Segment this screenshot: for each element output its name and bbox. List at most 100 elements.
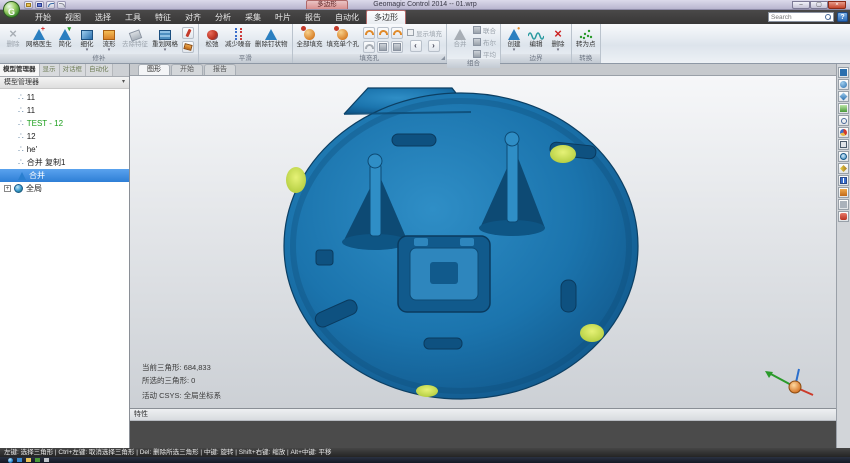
refine-dropdown-arrow[interactable]: ▾: [86, 48, 89, 52]
boundary-edit-button[interactable]: 编辑: [525, 25, 547, 54]
viewport-tab-graphics[interactable]: 图形: [138, 64, 170, 75]
next-hole-button[interactable]: ›: [428, 40, 440, 52]
fill-tangent-button[interactable]: [377, 27, 389, 39]
average-button[interactable]: 平均: [473, 49, 496, 59]
viewport-tab-report[interactable]: 报告: [204, 64, 236, 75]
ribbon-tab-blade[interactable]: 叶片: [268, 11, 298, 24]
taskbar-app-icon-4[interactable]: [44, 458, 49, 462]
expand-icon[interactable]: +: [4, 185, 11, 192]
fill-flat-button[interactable]: [391, 27, 403, 39]
previous-hole-button[interactable]: ‹: [410, 40, 422, 52]
fill-curvature-button[interactable]: [363, 27, 375, 39]
measure-button[interactable]: [838, 211, 849, 222]
graphics-viewport[interactable]: 当前三角形: 684,833 所选的三角形: 0 活动 CSYS: 全局坐标系: [130, 76, 836, 408]
refine-button[interactable]: 细化 ▾: [76, 25, 98, 54]
close-button[interactable]: ×: [828, 1, 846, 9]
help-button[interactable]: ?: [837, 12, 848, 22]
taskbar-app-icon-2[interactable]: [26, 458, 31, 462]
orientation-triad[interactable]: [765, 369, 813, 395]
pin-tool-button[interactable]: [182, 27, 194, 39]
fill-complete-button[interactable]: [363, 41, 375, 53]
ribbon-tab-view[interactable]: 视图: [58, 11, 88, 24]
boolean-button[interactable]: 布尔: [473, 37, 496, 47]
scanned-mesh-model[interactable]: [284, 88, 638, 399]
group-label-convert: 转换: [572, 54, 600, 63]
remove-spikes-button[interactable]: 删除钉状物: [253, 25, 290, 54]
tree-item-test-12[interactable]: ∴ TEST - 12: [0, 117, 129, 130]
window-view-button[interactable]: [838, 139, 849, 150]
ribbon-tab-polygons-active[interactable]: 多边形: [366, 10, 406, 24]
merge-button[interactable]: 合并: [449, 25, 471, 59]
ribbon-tab-analysis[interactable]: 分析: [208, 11, 238, 24]
ribbon-tab-capture[interactable]: 采集: [238, 11, 268, 24]
annotate-button[interactable]: [838, 163, 849, 174]
pie-stats-button[interactable]: [838, 127, 849, 138]
ribbon-tab-start[interactable]: 开始: [28, 11, 58, 24]
union-button[interactable]: 联合: [473, 25, 496, 35]
mesh-doctor-button[interactable]: + 网格医生: [24, 25, 54, 54]
grid-toggle-button[interactable]: [838, 103, 849, 114]
sphere-view-button[interactable]: [838, 79, 849, 90]
show-fill-checkbox[interactable]: [407, 29, 414, 36]
start-button[interactable]: [8, 458, 13, 463]
viewport-tab-start[interactable]: 开始: [171, 64, 203, 75]
ribbon-tab-report[interactable]: 报告: [298, 11, 328, 24]
delete-button[interactable]: × 删除: [2, 25, 24, 54]
zoom-tool-button[interactable]: [838, 115, 849, 126]
taskbar-app-icon-3[interactable]: [35, 458, 40, 462]
fill-holes-dialog-launcher[interactable]: [441, 56, 445, 60]
tree-item-global[interactable]: + 全局: [0, 182, 129, 195]
tree-item-12[interactable]: ∴ 12: [0, 130, 129, 143]
complete-fill-icon: [365, 44, 374, 49]
tree-item-merge-copy[interactable]: ∴ 合并 复制1: [0, 156, 129, 169]
ribbon-tab-tools[interactable]: 工具: [118, 11, 148, 24]
convert-to-points-button[interactable]: 转为点: [574, 25, 598, 54]
tree-item-11a[interactable]: ∴ 11: [0, 91, 129, 104]
sandpaper-button[interactable]: [182, 41, 194, 53]
fill-single-button[interactable]: 填充单个孔: [325, 25, 362, 54]
ribbon-tab-automation[interactable]: 自动化: [328, 11, 366, 24]
globe-view-button[interactable]: [838, 151, 849, 162]
search-input[interactable]: [769, 14, 825, 21]
plane-view-button[interactable]: [838, 91, 849, 102]
wireframe-button[interactable]: [838, 199, 849, 210]
search-icon[interactable]: [825, 14, 831, 20]
boundary-create-button[interactable]: • 创建 ▾: [503, 25, 525, 54]
tree-item-he[interactable]: ∴ he': [0, 143, 129, 156]
manifold-button[interactable]: 流形 ▾: [98, 25, 120, 54]
reduce-noise-button[interactable]: 减少噪音: [223, 25, 253, 54]
boundary-create-dropdown-arrow[interactable]: ▾: [513, 48, 516, 52]
ribbon-tab-select[interactable]: 选择: [88, 11, 118, 24]
boundary-delete-dropdown-arrow[interactable]: ▾: [557, 48, 560, 52]
fill-bridge-button[interactable]: [391, 41, 403, 53]
taskbar-app-icon-1[interactable]: [17, 458, 22, 462]
fill-partial-button[interactable]: [377, 41, 389, 53]
boundary-delete-icon: ×: [554, 26, 562, 40]
ribbon-tab-features[interactable]: 特征: [148, 11, 178, 24]
ribbon-tab-align[interactable]: 对齐: [178, 11, 208, 24]
tree-item-merge-selected[interactable]: 合并: [0, 169, 129, 182]
relax-button[interactable]: 松弛: [201, 25, 223, 54]
lighting-button[interactable]: [838, 187, 849, 198]
fill-all-button[interactable]: 全部填充: [295, 25, 325, 54]
minimize-button[interactable]: –: [792, 1, 810, 9]
remove-features-button[interactable]: 去除特征: [120, 25, 150, 54]
tree-item-11b[interactable]: ∴ 11: [0, 104, 129, 117]
properties-header[interactable]: 特性: [130, 409, 836, 421]
tab-model-manager[interactable]: 模型管理器: [0, 64, 40, 76]
shaded-view-button[interactable]: [838, 67, 849, 78]
manifold-dropdown-arrow[interactable]: ▾: [108, 48, 111, 52]
delete-icon: ×: [9, 26, 17, 40]
remesh-button[interactable]: 重划网格 ▾: [150, 25, 180, 54]
application-menu-button[interactable]: G: [3, 1, 20, 18]
maximize-button[interactable]: ▢: [810, 1, 828, 9]
decimate-button[interactable]: ▾ 简化: [54, 25, 76, 54]
panel-dropdown-icon[interactable]: ▾: [122, 77, 125, 88]
remesh-dropdown-arrow[interactable]: ▾: [164, 48, 167, 52]
tab-display[interactable]: 显示: [40, 64, 60, 76]
tab-automation[interactable]: 自动化: [86, 64, 113, 76]
chart-button[interactable]: [838, 175, 849, 186]
tab-dialog[interactable]: 对话框: [60, 64, 87, 76]
mesh-model-canvas[interactable]: [130, 76, 830, 408]
boundary-delete-button[interactable]: × 删除 ▾: [547, 25, 569, 54]
